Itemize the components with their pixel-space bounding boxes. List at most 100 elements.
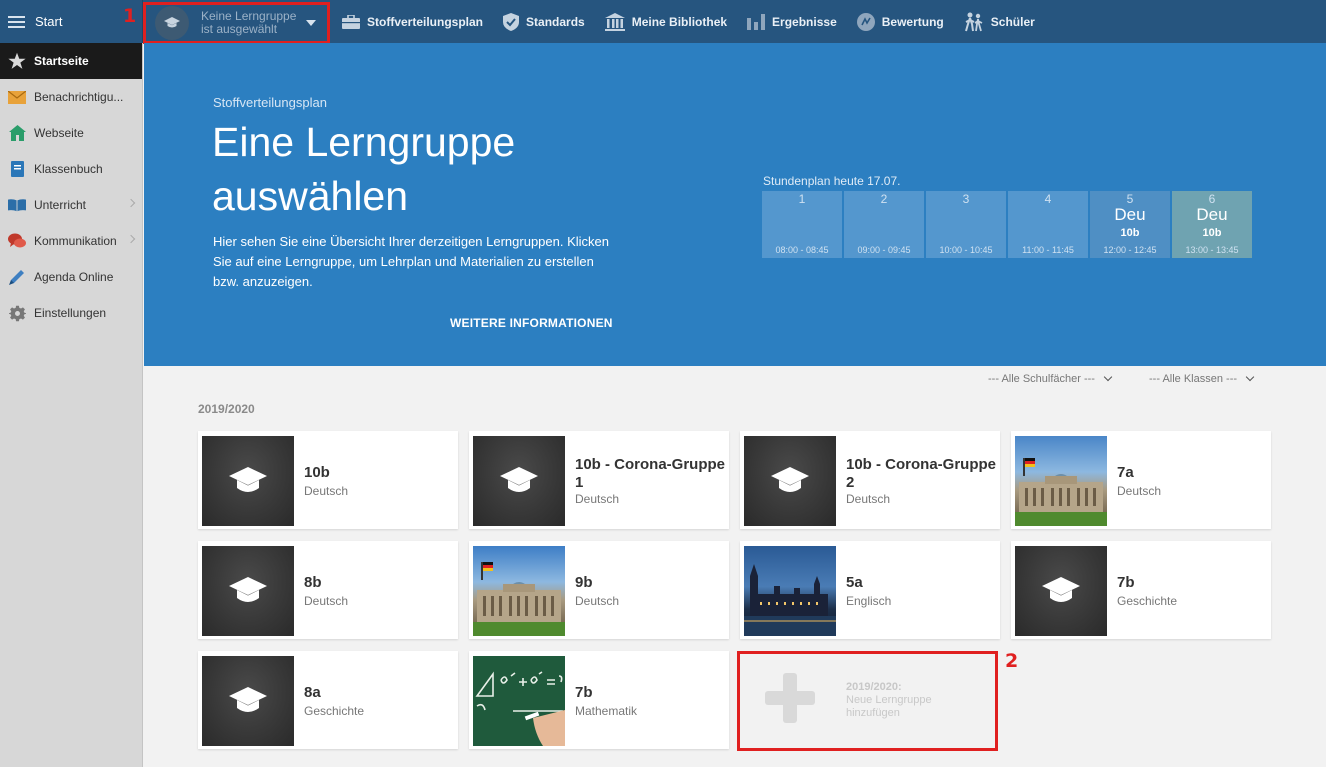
slot-number: 1 xyxy=(798,192,806,206)
start-label: Start xyxy=(35,14,63,29)
slot-subject: Deu xyxy=(1114,205,1146,224)
group-name: 8a xyxy=(304,684,321,701)
chalkboard-image xyxy=(473,436,565,526)
group-name: 9b xyxy=(575,574,593,591)
chalkboard-image xyxy=(202,436,294,526)
slot-time: 10:00 - 10:45 xyxy=(939,245,993,255)
nav-standards[interactable]: Standards xyxy=(503,12,585,31)
group-subject: Geschichte xyxy=(1117,594,1178,608)
sidebar-item-agenda-online[interactable]: Agenda Online xyxy=(0,259,142,295)
schedule-slot[interactable]: 1 08:00 - 08:45 xyxy=(762,191,842,258)
bar-chart-icon xyxy=(747,13,766,30)
group-name: 10b - Corona-Gruppe 2 xyxy=(846,456,997,491)
slot-time: 13:00 - 13:45 xyxy=(1185,245,1239,255)
sidebar-item-unterricht[interactable]: Unterricht xyxy=(0,187,142,223)
annotation-number-2: 2 xyxy=(1005,650,1019,672)
schedule-slot[interactable]: 5 Deu 10b 12:00 - 12:45 xyxy=(1090,191,1170,258)
slot-number: 4 xyxy=(1044,192,1052,206)
learning-group-card[interactable]: 8a Geschichte xyxy=(198,651,458,749)
nav-label: Bewertung xyxy=(881,14,944,29)
group-name: 10b - Corona-Gruppe 1 xyxy=(575,456,726,491)
nav-label: Stoffverteilungsplan xyxy=(367,14,484,29)
sidebar-item-startseite[interactable]: Startseite xyxy=(0,43,142,79)
more-info-link[interactable]: WEITERE INFORMATIONEN xyxy=(450,316,613,330)
math-board-image xyxy=(473,656,565,746)
group-subject: Englisch xyxy=(846,594,892,608)
learning-group-card[interactable]: 10b - Corona-Gruppe 2 Deutsch xyxy=(740,431,1000,529)
slot-time: 09:00 - 09:45 xyxy=(857,245,911,255)
learning-group-card[interactable]: 7a Deutsch xyxy=(1011,431,1271,529)
nav-stoffverteilungsplan[interactable]: Stoffverteilungsplan xyxy=(342,14,484,29)
group-subject: Deutsch xyxy=(575,492,620,506)
chalkboard-image xyxy=(1015,546,1107,636)
sidebar-item-label: Kommunikation xyxy=(34,234,117,248)
annotation-number-1: 1 xyxy=(123,5,137,27)
group-subject: Deutsch xyxy=(1117,484,1162,498)
sidebar-item-label: Klassenbuch xyxy=(34,162,103,176)
group-subject: Deutsch xyxy=(575,594,620,608)
hero-description: Hier sehen Sie eine Übersicht Ihrer derz… xyxy=(213,234,609,289)
nav-label: Meine Bibliothek xyxy=(631,14,728,29)
annotation-box-1 xyxy=(143,2,330,44)
group-subject: Deutsch xyxy=(304,484,349,498)
nav-label: Standards xyxy=(526,14,585,29)
nav-bewertung[interactable]: Bewertung xyxy=(856,12,944,31)
nav-ergebnisse[interactable]: Ergebnisse xyxy=(747,13,837,30)
sidebar-item-label: Startseite xyxy=(34,54,89,68)
reichstag-image xyxy=(473,546,565,636)
subject-filter-value: --- Alle Schulfächer --- xyxy=(988,373,1095,385)
learning-group-card[interactable]: 7b Geschichte xyxy=(1011,541,1271,639)
sidebar-item-label: Einstellungen xyxy=(34,306,107,320)
class-filter-dropdown[interactable]: --- Alle Klassen --- xyxy=(1149,372,1255,385)
annotation-box-2 xyxy=(737,651,998,751)
hero-banner: Stoffverteilungsplan Eine Lerngruppe aus… xyxy=(144,43,1326,366)
group-name: 5a xyxy=(846,574,863,591)
sidebar-item-kommunikation[interactable]: Kommunikation xyxy=(0,223,142,259)
sidebar-item-benachrichtigungen[interactable]: Benachrichtigu... xyxy=(0,79,142,115)
sidebar-item-label: Benachrichtigu... xyxy=(34,90,124,104)
chalkboard-image xyxy=(202,656,294,746)
graduation-cap-icon xyxy=(229,577,267,602)
schedule-slot-current[interactable]: 6 Deu 10b 13:00 - 13:45 xyxy=(1172,191,1252,258)
sidebar-item-klassenbuch[interactable]: Klassenbuch xyxy=(0,151,142,187)
subject-filter-dropdown[interactable]: --- Alle Schulfächer --- xyxy=(988,372,1113,385)
group-subject: Deutsch xyxy=(846,492,891,506)
nav-meine-bibliothek[interactable]: Meine Bibliothek xyxy=(604,12,728,31)
graduation-cap-icon xyxy=(771,467,809,492)
schedule-slot[interactable]: 2 09:00 - 09:45 xyxy=(844,191,924,258)
nav-schueler[interactable]: Schüler xyxy=(964,12,1035,32)
book-icon xyxy=(8,160,26,178)
learning-group-card[interactable]: 5a Englisch xyxy=(740,541,1000,639)
shield-check-icon xyxy=(503,12,520,31)
chevron-right-icon xyxy=(126,234,136,244)
learning-group-card[interactable]: 8b Deutsch xyxy=(198,541,458,639)
start-menu-button[interactable]: Start xyxy=(0,0,143,43)
main-nav: Stoffverteilungsplan Standards Meine Bib… xyxy=(342,0,1055,43)
group-subject: Deutsch xyxy=(304,594,349,608)
hamburger-icon xyxy=(8,15,25,28)
learning-group-card[interactable]: 10b Deutsch xyxy=(198,431,458,529)
chalkboard-image xyxy=(202,546,294,636)
sidebar-item-einstellungen[interactable]: Einstellungen xyxy=(0,295,142,331)
learning-group-card[interactable]: 7b Mathematik xyxy=(469,651,729,749)
home-icon xyxy=(8,124,26,142)
chevron-down-icon xyxy=(1103,372,1113,382)
reichstag-image xyxy=(1015,436,1107,526)
slot-time: 12:00 - 12:45 xyxy=(1103,245,1157,255)
chevron-right-icon xyxy=(126,198,136,208)
pencil-icon xyxy=(8,268,26,286)
graduation-cap-icon xyxy=(229,467,267,492)
schedule-slot[interactable]: 3 10:00 - 10:45 xyxy=(926,191,1006,258)
learning-group-card[interactable]: 9b Deutsch xyxy=(469,541,729,639)
group-name: 7b xyxy=(1117,574,1135,591)
sidebar-item-webseite[interactable]: Webseite xyxy=(0,115,142,151)
envelope-icon xyxy=(8,88,26,106)
sidebar-item-label: Webseite xyxy=(34,126,84,140)
slot-number: 6 xyxy=(1208,192,1216,206)
graduation-cap-icon xyxy=(1042,577,1080,602)
group-name: 7a xyxy=(1117,464,1134,481)
learning-group-card[interactable]: 10b - Corona-Gruppe 1 Deutsch xyxy=(469,431,729,529)
class-filter-value: --- Alle Klassen --- xyxy=(1149,373,1238,385)
slot-time: 11:00 - 11:45 xyxy=(1022,245,1074,255)
schedule-slot[interactable]: 4 11:00 - 11:45 xyxy=(1008,191,1088,258)
